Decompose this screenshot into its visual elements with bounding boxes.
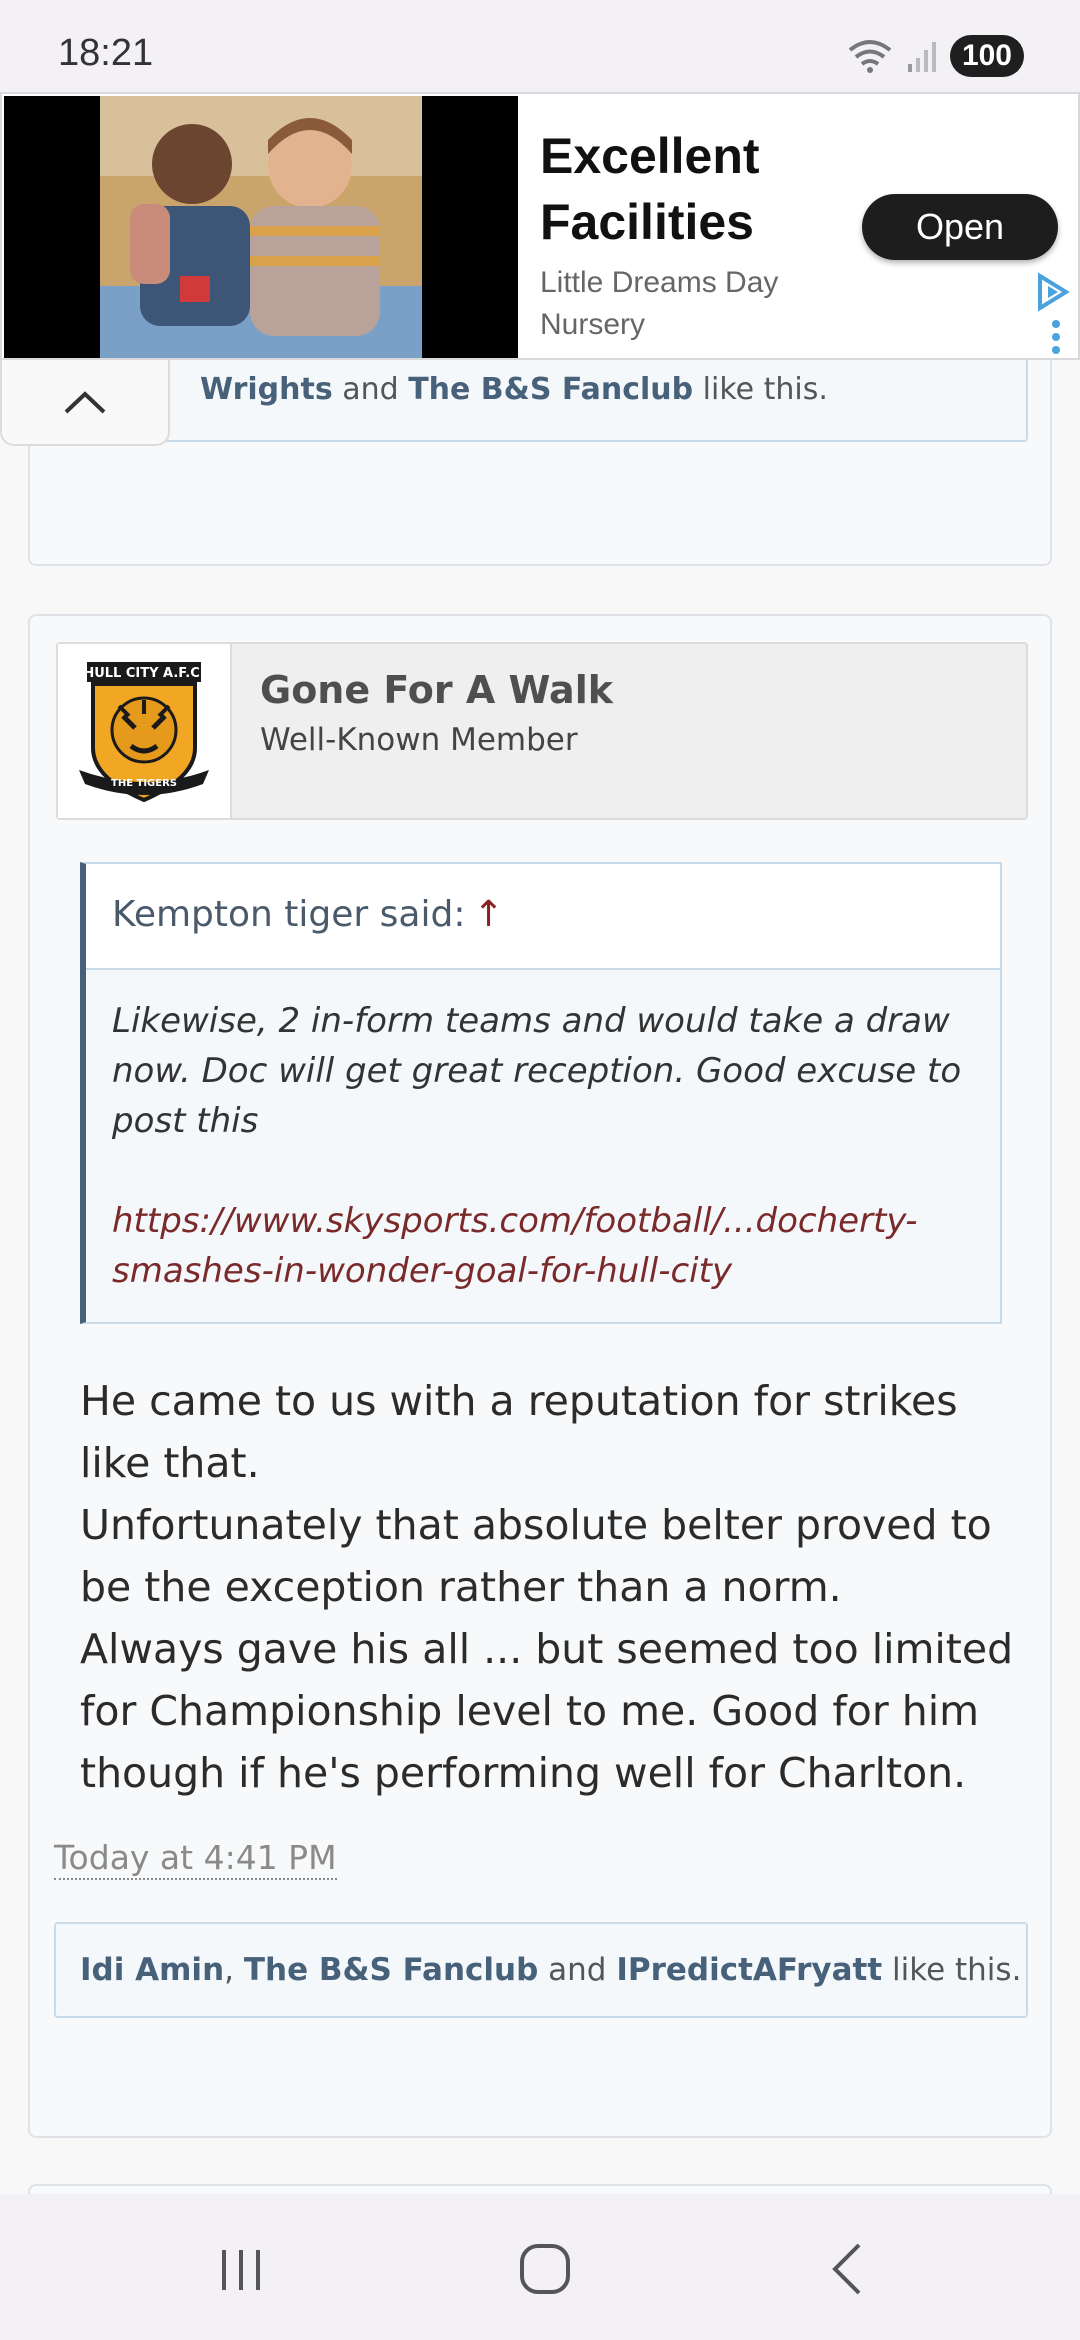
ad-banner[interactable]: Excellent Facilities Little Dreams Day N… — [0, 92, 1080, 360]
likes-text: , — [224, 1952, 244, 1988]
ad-open-button[interactable]: Open — [862, 194, 1058, 260]
quote-attribution: Kempton tiger said: — [112, 894, 466, 935]
message-line: Unfortunately that absolute belter prove… — [80, 1501, 992, 1611]
ad-photo — [100, 96, 422, 358]
likes-text: like this. — [693, 372, 828, 407]
adchoices-icon[interactable] — [1032, 272, 1072, 312]
status-icons: 100 — [848, 34, 1024, 78]
quote-link[interactable]: https://www.skysports.com/football/...do… — [112, 1196, 970, 1296]
post-message: He came to us with a reputation for stri… — [80, 1370, 1020, 1804]
post-timestamp[interactable]: Today at 4:41 PM — [54, 1838, 337, 1880]
likes-text: and — [332, 372, 409, 407]
ad-image[interactable] — [4, 96, 518, 358]
wifi-icon — [848, 40, 892, 73]
back-button[interactable] — [812, 2234, 882, 2304]
crest-sublabel: THE TIGERS — [111, 778, 177, 789]
ad-advertiser-line2: Nursery — [540, 308, 646, 341]
system-nav-bar — [0, 2194, 1080, 2340]
ad-headline-line2: Facilities — [540, 194, 754, 250]
likes-text: and — [538, 1952, 617, 1988]
crest-label: HULL CITY A.F.C. — [83, 666, 204, 681]
ad-advertiser-line1: Little Dreams Day — [540, 266, 779, 299]
liker-link[interactable]: IPredictAFryatt — [616, 1952, 882, 1988]
message-line: Always gave his all ... but seemed too l… — [80, 1625, 1014, 1797]
previous-post-card: Wrights and The B&S Fanclub like this. — [28, 340, 1052, 566]
post-author-block: HULL CITY A.F.C. THE TIGERS Gone For A W… — [56, 642, 1028, 820]
status-time: 18:21 — [58, 32, 154, 74]
recent-apps-button[interactable] — [206, 2234, 276, 2304]
liker-link[interactable]: Idi Amin — [80, 1952, 224, 1988]
more-options-icon[interactable] — [1052, 320, 1062, 354]
recent-apps-icon — [222, 2250, 260, 2290]
liker-link[interactable]: The B&S Fanclub — [408, 372, 693, 407]
author-title: Well-Known Member — [260, 722, 578, 758]
ad-headline[interactable]: Excellent Facilities — [540, 106, 870, 272]
likes-text: like this. — [882, 1952, 1022, 1988]
author-name[interactable]: Gone For A Walk — [260, 668, 613, 712]
quote-header: Kempton tiger said: ↑ — [86, 864, 1000, 970]
back-icon — [832, 2243, 861, 2295]
quote-body: Likewise, 2 in-form teams and would take… — [86, 970, 1000, 1296]
message-line: He came to us with a reputation for stri… — [80, 1377, 958, 1487]
collapse-ad-button[interactable] — [0, 360, 170, 446]
status-bar: 18:21 100 — [0, 0, 1080, 92]
home-button[interactable] — [510, 2234, 580, 2304]
battery-icon: 100 — [949, 35, 1024, 77]
jump-to-quote-icon[interactable]: ↑ — [473, 894, 503, 935]
ad-advertiser: Little Dreams Day Nursery — [540, 262, 820, 346]
avatar[interactable]: HULL CITY A.F.C. THE TIGERS — [58, 644, 232, 818]
quote-text: Likewise, 2 in-form teams and would take… — [112, 1001, 962, 1141]
battery-level: 100 — [961, 39, 1012, 72]
liker-link[interactable]: The B&S Fanclub — [244, 1952, 538, 1988]
chevron-up-icon — [64, 391, 106, 414]
hull-city-crest-icon: HULL CITY A.F.C. THE TIGERS — [79, 662, 209, 803]
liker-link[interactable]: Wrights — [200, 372, 333, 407]
post-card: HULL CITY A.F.C. THE TIGERS Gone For A W… — [28, 614, 1052, 2138]
post-likes: Idi Amin, The B&S Fanclub and IPredictAF… — [54, 1922, 1028, 2018]
signal-icon — [907, 42, 936, 72]
home-icon — [520, 2244, 570, 2294]
quote-block: Kempton tiger said: ↑ Likewise, 2 in-form… — [80, 862, 1002, 1324]
